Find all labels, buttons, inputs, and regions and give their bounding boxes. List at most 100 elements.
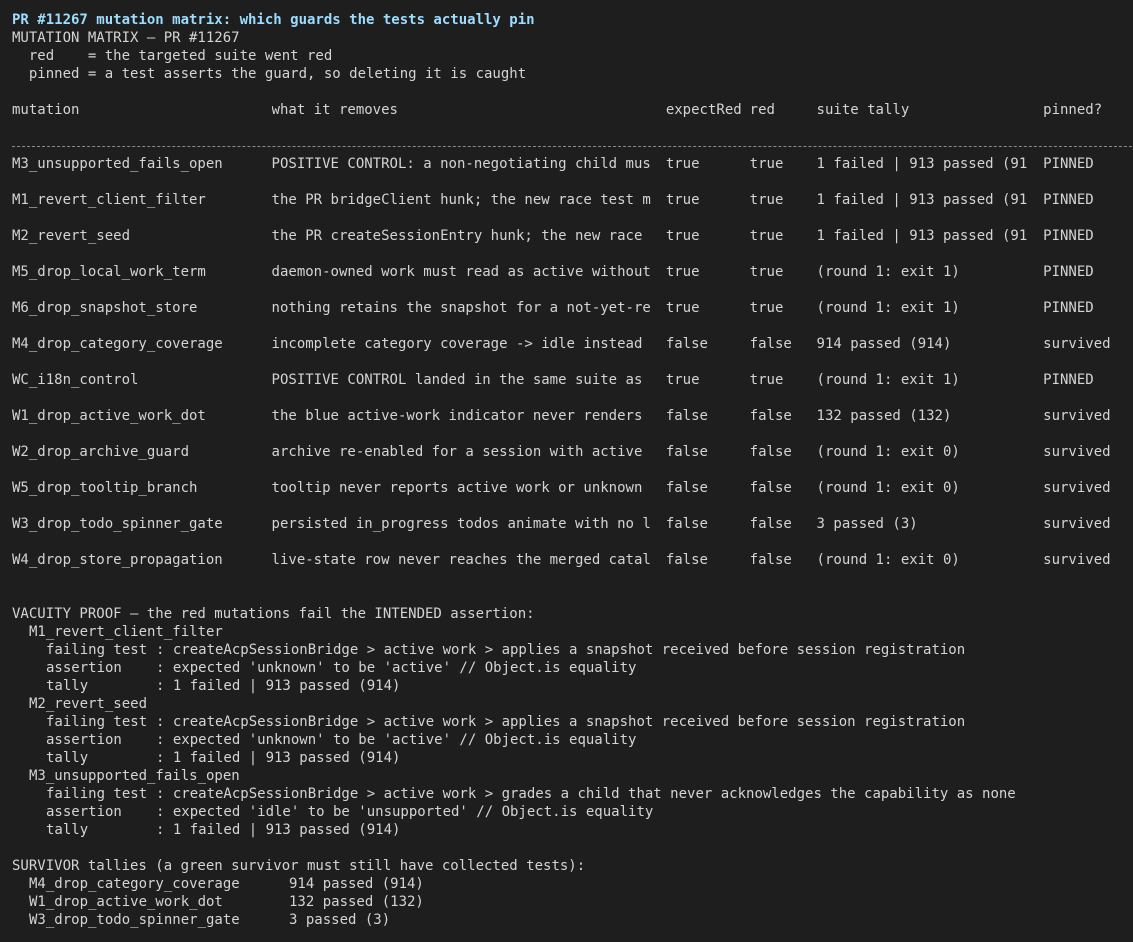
- cell-expectred: true: [665, 300, 700, 316]
- cell-red: true: [749, 300, 784, 316]
- survivor-row: W3_drop_todo_spinner_gate 3 passed (3): [12, 911, 1133, 929]
- table-row: W3_drop_todo_spinner_gate persisted in_p…: [12, 515, 1133, 551]
- cell-expectred: false: [665, 408, 708, 424]
- vacuity-entry: M1_revert_client_filter failing test: cr…: [12, 623, 1133, 695]
- cell-red: true: [749, 372, 784, 388]
- cell-expectred: false: [665, 516, 708, 532]
- legend-pinned: pinned = a test asserts the guard, so de…: [12, 66, 527, 82]
- table-row: M2_revert_seed the PR createSessionEntry…: [12, 227, 1133, 263]
- vacuity-assertion: assertion: expected 'unknown' to be 'act…: [46, 660, 637, 676]
- survivor-name: W1_drop_active_work_dot: [29, 894, 223, 910]
- column-header-mutation: mutation: [12, 102, 80, 118]
- survivor-name: W3_drop_todo_spinner_gate: [29, 912, 240, 928]
- table-row: M6_drop_snapshot_store nothing retains t…: [12, 299, 1133, 335]
- cell-expectred: true: [665, 372, 700, 388]
- cell-tally: (round 1: exit 1): [816, 300, 960, 316]
- cell-mutation: M4_drop_category_coverage: [12, 336, 223, 352]
- page-title: PR #11267 mutation matrix: which guards …: [12, 12, 535, 28]
- table-row: W5_drop_tooltip_branch tooltip never rep…: [12, 479, 1133, 515]
- cell-red: false: [749, 444, 792, 460]
- cell-tally: (round 1: exit 1): [816, 264, 960, 280]
- cell-red: false: [749, 408, 792, 424]
- vacuity-tally: tally: 1 failed | 913 passed (914): [46, 678, 401, 694]
- cell-expectred: true: [665, 192, 700, 208]
- cell-removes: persisted in_progress todos animate with…: [271, 516, 651, 532]
- cell-removes: daemon-owned work must read as active wi…: [271, 264, 651, 280]
- vacuity-tally: tally: 1 failed | 913 passed (914): [46, 750, 401, 766]
- column-header-pinned: pinned?: [1043, 102, 1103, 118]
- cell-removes: live-state row never reaches the merged …: [271, 552, 651, 568]
- cell-expectred: true: [665, 228, 700, 244]
- cell-removes: the PR bridgeClient hunk; the new race t…: [271, 192, 651, 208]
- vacuity-entry: M3_unsupported_fails_open failing test: …: [12, 767, 1133, 839]
- cell-tally: (round 1: exit 1): [816, 372, 960, 388]
- cell-mutation: W3_drop_todo_spinner_gate: [12, 516, 223, 532]
- cell-pinned: survived: [1043, 408, 1111, 424]
- cell-tally: 132 passed (132): [816, 408, 952, 424]
- cell-red: false: [749, 552, 792, 568]
- cell-mutation: W5_drop_tooltip_branch: [12, 480, 198, 496]
- vacuity-mutation-name: M2_revert_seed: [29, 696, 148, 712]
- cell-removes: the PR createSessionEntry hunk; the new …: [271, 228, 651, 244]
- cell-mutation: W2_drop_archive_guard: [12, 444, 190, 460]
- cell-red: true: [749, 264, 784, 280]
- cell-pinned: PINNED: [1043, 300, 1094, 316]
- cell-expectred: false: [665, 552, 708, 568]
- vacuity-assertion: assertion: expected 'idle' to be 'unsupp…: [46, 804, 654, 820]
- column-header-removes: what it removes: [271, 102, 398, 118]
- vacuity-entry: M2_revert_seed failing test: createAcpSe…: [12, 695, 1133, 767]
- cell-removes: nothing retains the snapshot for a not-y…: [271, 300, 651, 316]
- table-row: W2_drop_archive_guard archive re-enabled…: [12, 443, 1133, 479]
- cell-removes: archive re-enabled for a session with ac…: [271, 444, 651, 460]
- cell-tally: (round 1: exit 0): [816, 552, 960, 568]
- cell-pinned: survived: [1043, 552, 1111, 568]
- survivor-tally: 132 passed (132): [289, 894, 424, 910]
- cell-pinned: PINNED: [1043, 192, 1094, 208]
- cell-mutation: W1_drop_active_work_dot: [12, 408, 206, 424]
- cell-pinned: survived: [1043, 516, 1111, 532]
- vacuity-failing-test: failing test: createAcpSessionBridge > a…: [46, 642, 966, 658]
- cell-pinned: survived: [1043, 336, 1111, 352]
- cell-expectred: false: [665, 444, 708, 460]
- column-header-tally: suite tally: [816, 102, 910, 118]
- table-row: W4_drop_store_propagation live-state row…: [12, 551, 1133, 569]
- cell-red: false: [749, 516, 792, 532]
- table-header: mutation what it removes expectRed red s…: [12, 101, 1133, 119]
- cell-pinned: PINNED: [1043, 228, 1094, 244]
- cell-red: true: [749, 228, 784, 244]
- table-body: M3_unsupported_fails_open POSITIVE CONTR…: [12, 155, 1133, 569]
- legend-red: red = the targeted suite went red: [12, 48, 333, 64]
- cell-mutation: W4_drop_store_propagation: [12, 552, 223, 568]
- table-row: M1_revert_client_filter the PR bridgeCli…: [12, 191, 1133, 227]
- terminal-output: PR #11267 mutation matrix: which guards …: [12, 11, 1133, 942]
- vacuity-failing-test: failing test: createAcpSessionBridge > a…: [46, 714, 966, 730]
- vacuity-assertion: assertion: expected 'unknown' to be 'act…: [46, 732, 637, 748]
- survivor-tally: 3 passed (3): [289, 912, 391, 928]
- cell-mutation: M5_drop_local_work_term: [12, 264, 206, 280]
- cell-tally: 914 passed (914): [816, 336, 952, 352]
- cell-tally: (round 1: exit 0): [816, 480, 960, 496]
- cell-expectred: false: [665, 336, 708, 352]
- survivor-name: M4_drop_category_coverage: [29, 876, 240, 892]
- vacuity-mutation-name: M1_revert_client_filter: [29, 624, 223, 640]
- cell-removes: the blue active-work indicator never ren…: [271, 408, 651, 424]
- table-row: W1_drop_active_work_dot the blue active-…: [12, 407, 1133, 443]
- cell-red: true: [749, 192, 784, 208]
- vacuity-tally: tally: 1 failed | 913 passed (914): [46, 822, 401, 838]
- table-divider: [12, 146, 1133, 164]
- vacuity-failing-test: failing test: createAcpSessionBridge > a…: [46, 786, 1016, 802]
- survivor-tally: 914 passed (914): [289, 876, 424, 892]
- cell-removes: tooltip never reports active work or unk…: [271, 480, 651, 496]
- matrix-heading: MUTATION MATRIX — PR #11267: [12, 30, 240, 46]
- cell-removes: POSITIVE CONTROL landed in the same suit…: [271, 372, 651, 388]
- vacuity-mutation-name: M3_unsupported_fails_open: [29, 768, 240, 784]
- cell-tally: 1 failed | 913 passed (91: [816, 228, 1028, 244]
- cell-tally: 1 failed | 913 passed (91: [816, 192, 1028, 208]
- table-row: M5_drop_local_work_term daemon-owned wor…: [12, 263, 1133, 299]
- cell-red: false: [749, 480, 792, 496]
- cell-mutation: M2_revert_seed: [12, 228, 131, 244]
- cell-pinned: PINNED: [1043, 264, 1094, 280]
- survivor-heading: SURVIVOR tallies (a green survivor must …: [12, 858, 586, 874]
- survivor-row: W1_drop_active_work_dot 132 passed (132): [12, 893, 1133, 911]
- cell-mutation: M6_drop_snapshot_store: [12, 300, 198, 316]
